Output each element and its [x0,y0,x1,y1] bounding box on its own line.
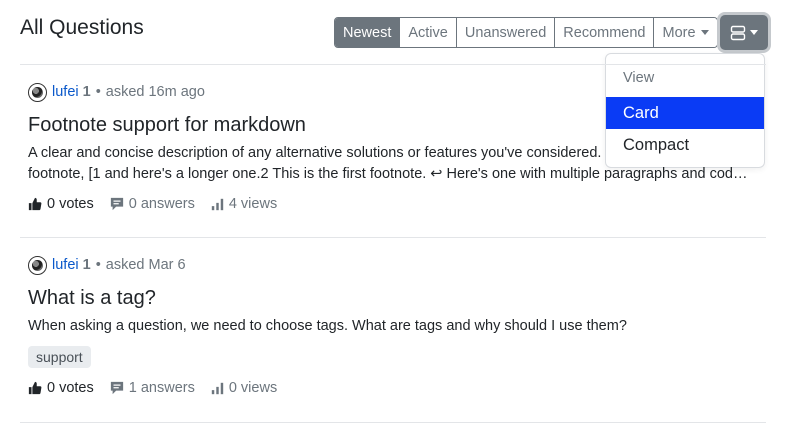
answers-stat: 1 answers [110,380,195,396]
question-excerpt: When asking a question, we need to choos… [28,316,758,337]
avatar[interactable] [28,82,47,102]
excerpt-line: When asking a question, we need to choos… [28,318,627,334]
chevron-down-icon [750,30,758,35]
question-excerpt: A clear and concise description of any a… [28,143,758,185]
question-title[interactable]: What is a tag? [28,287,758,310]
chat-icon [110,381,123,395]
sort-tab-group: Newest Active Unanswered Recommend More [334,17,718,48]
separator-dot: • [95,84,101,100]
page-title: All Questions [20,16,144,39]
votes-stat: 0 votes [28,380,94,396]
asked-time: asked 16m ago [105,84,205,100]
question-stats: 0 votes 1 answers 0 views [28,380,758,396]
views-stat: 4 views [211,196,277,212]
question-card: lufei 1 • asked Mar 6 What is a tag? Whe… [28,255,758,396]
views-stat: 0 views [211,380,277,396]
chevron-down-icon [700,30,709,35]
question-meta: lufei 1 • asked Mar 6 [28,255,758,275]
answers-count: 0 answers [128,196,195,212]
author-link[interactable]: lufei [52,84,79,100]
layout-icon [730,25,746,40]
votes-count: 0 votes [47,196,94,212]
votes-count: 0 votes [47,380,94,396]
answers-count: 1 answers [128,380,195,396]
excerpt-line: footnote, [1 and here's a longer one.2 T… [28,166,748,182]
reputation: 1 [82,257,91,273]
excerpt-line: A clear and concise description of any a… [28,145,602,161]
tab-recommend[interactable]: Recommend [555,18,655,47]
chat-icon [110,197,123,211]
tab-unanswered[interactable]: Unanswered [456,18,556,47]
thumbs-up-icon [28,381,42,395]
question-stats: 0 votes 0 answers 4 views [28,196,758,212]
reputation: 1 [82,84,91,100]
thumbs-up-icon [28,197,42,211]
answers-stat: 0 answers [110,196,195,212]
votes-stat: 0 votes [28,196,94,212]
views-count: 0 views [228,380,278,396]
tab-more-label: More [662,24,696,41]
question-card: lufei 1 • asked 16m ago Footnote support… [28,82,758,212]
question-meta: lufei 1 • asked 16m ago [28,82,758,102]
tab-more[interactable]: More [654,18,717,47]
tab-active[interactable]: Active [400,18,457,47]
bar-chart-icon [211,382,224,394]
question-title[interactable]: Footnote support for markdown [28,114,758,137]
tab-newest[interactable]: Newest [335,18,401,47]
tag-badge[interactable]: support [28,346,91,368]
divider [20,64,766,65]
author-link[interactable]: lufei [52,257,79,273]
views-count: 4 views [228,196,278,212]
divider [20,422,766,423]
separator-dot: • [95,257,101,273]
avatar[interactable] [28,255,47,275]
divider [20,237,766,238]
bar-chart-icon [211,198,224,210]
view-toggle-button[interactable] [720,15,768,50]
asked-time: asked Mar 6 [105,257,186,273]
